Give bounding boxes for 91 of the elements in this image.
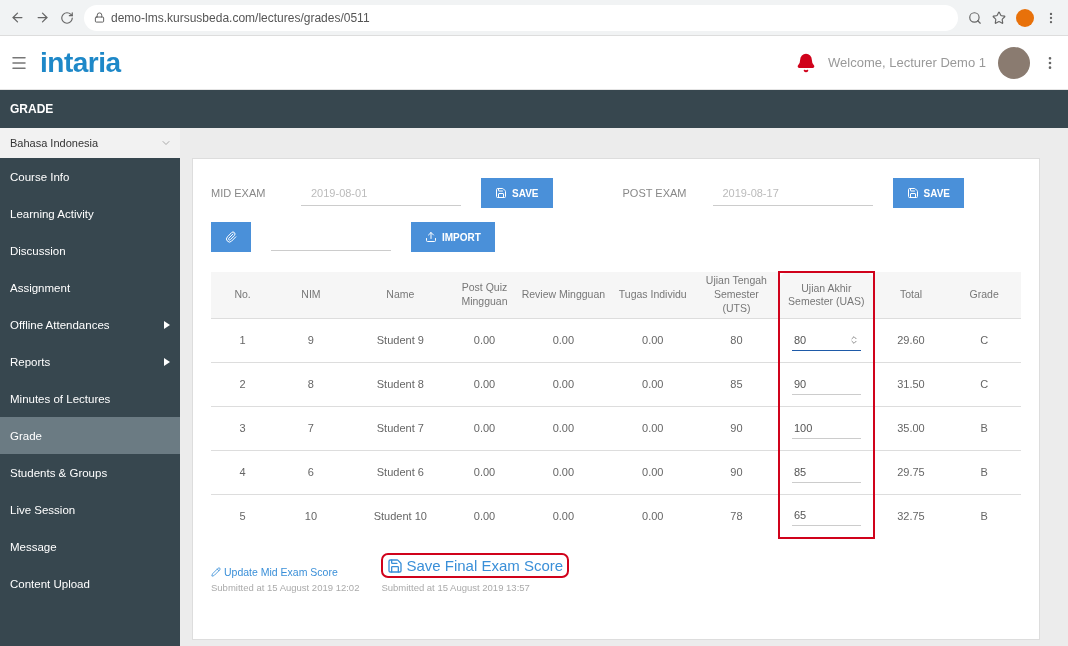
sidebar-item[interactable]: Offline Attendances (0, 306, 180, 343)
lock-icon (94, 12, 105, 23)
table-cell: 0.00 (516, 406, 611, 450)
table-cell: 0.00 (516, 494, 611, 538)
column-header: Tugas Individu (610, 272, 695, 318)
sidebar-item[interactable]: Minutes of Lectures (0, 380, 180, 417)
sidebar-item[interactable]: Discussion (0, 232, 180, 269)
avatar[interactable] (998, 46, 1030, 79)
pencil-icon (211, 567, 221, 577)
sidebar-item[interactable]: Content Upload (0, 565, 180, 602)
table-cell: 0.00 (452, 494, 517, 538)
table-cell: 0.00 (452, 450, 517, 494)
notification-icon[interactable] (796, 52, 816, 73)
table-cell: 35.00 (873, 406, 948, 450)
table-cell: 9 (274, 318, 348, 362)
table-cell: 4 (211, 450, 275, 494)
table-cell: 10 (274, 494, 348, 538)
back-icon[interactable] (10, 10, 25, 25)
table-cell: 0.00 (452, 318, 517, 362)
sidebar-item[interactable]: Course Info (0, 158, 180, 195)
column-header: Post Quiz Mingguan (452, 272, 517, 318)
sidebar-item[interactable]: Live Session (0, 491, 180, 528)
table-cell: B (947, 450, 1021, 494)
table-cell: 0.00 (452, 362, 517, 406)
table-cell: 78 (694, 494, 779, 538)
table-cell: 0.00 (610, 318, 695, 362)
reload-icon[interactable] (60, 10, 74, 25)
paperclip-icon (225, 231, 237, 243)
link[interactable]: Save Final Exam Score (381, 553, 570, 578)
table-cell: 0.00 (516, 362, 611, 406)
sidebar-item[interactable]: Grade (0, 417, 180, 454)
column-header: Name (347, 272, 453, 318)
table-cell: 80 (694, 318, 779, 362)
submitted-text: Submitted at 15 August 2019 12:02 (211, 582, 360, 593)
star-icon[interactable] (992, 10, 1006, 25)
table-cell: 1 (211, 318, 275, 362)
table-cell: C (947, 362, 1021, 406)
field-label: POST EXAM (622, 187, 688, 199)
field-label: MID EXAM (211, 187, 267, 199)
column-header: Review Mingguan (516, 272, 611, 318)
sidebar-item[interactable]: Reports (0, 343, 180, 380)
table-cell: 0.00 (610, 362, 695, 406)
column-header: Grade (947, 272, 1021, 318)
table-cell: 8 (274, 362, 348, 406)
table-cell: 0.00 (452, 406, 517, 450)
forward-icon[interactable] (35, 10, 50, 25)
table-cell: 90 (694, 450, 779, 494)
sidebar-item[interactable]: Assignment (0, 269, 180, 306)
language-select[interactable]: Bahasa Indonesia (0, 128, 180, 158)
table-cell: C (947, 318, 1021, 362)
page-title: GRADE (10, 102, 54, 116)
column-header: Total (873, 272, 948, 318)
table-cell: 31.50 (873, 362, 948, 406)
column-header: NIM (274, 272, 348, 318)
column-header: No. (211, 272, 275, 318)
table-cell: Student 8 (347, 362, 453, 406)
table-cell: B (947, 406, 1021, 450)
table-cell: 0.00 (610, 450, 695, 494)
table-cell: 0.00 (516, 318, 611, 362)
url-text: demo-lms.kursusbeda.com/lectures/grades/0511 (111, 10, 370, 25)
table-cell: B (947, 494, 1021, 538)
extension-icon[interactable] (1016, 8, 1034, 27)
table-cell: Student 7 (347, 406, 453, 450)
sidebar-item[interactable]: Students & Groups (0, 454, 180, 491)
column-header: Ujian Akhir Semester (UAS) (779, 272, 874, 318)
sidebar-item[interactable]: Message (0, 528, 180, 565)
upload-icon (425, 231, 437, 243)
table-cell: 90 (694, 406, 779, 450)
table-cell: Student 9 (347, 318, 453, 362)
welcome-text: Welcome, Lecturer Demo 1 (828, 55, 986, 70)
table-cell: 32.75 (873, 494, 948, 538)
sidebar-item[interactable]: Learning Activity (0, 195, 180, 232)
table-cell: Student 10 (347, 494, 453, 538)
table-cell: 0.00 (516, 450, 611, 494)
table-cell: 0.00 (610, 494, 695, 538)
table-cell: 5 (211, 494, 275, 538)
search-icon[interactable] (968, 10, 982, 25)
table-cell: 85 (694, 362, 779, 406)
submitted-text: Submitted at 15 August 2019 13:57 (381, 582, 530, 593)
table-cell: 29.60 (873, 318, 948, 362)
table-cell: 7 (274, 406, 348, 450)
table-cell: Student 6 (347, 450, 453, 494)
table-cell: 3 (211, 406, 275, 450)
table-cell: 29.75 (873, 450, 948, 494)
address-bar[interactable]: demo-lms.kursusbeda.com/lectures/grades/0511 (84, 4, 958, 31)
link[interactable]: Update Mid Exam Score (211, 566, 338, 578)
column-header: Ujian Tengah Semester (UTS) (694, 272, 779, 318)
logo: intaria (40, 46, 121, 79)
table-cell: 6 (274, 450, 348, 494)
table-cell: 0.00 (610, 406, 695, 450)
table-cell: 2 (211, 362, 275, 406)
